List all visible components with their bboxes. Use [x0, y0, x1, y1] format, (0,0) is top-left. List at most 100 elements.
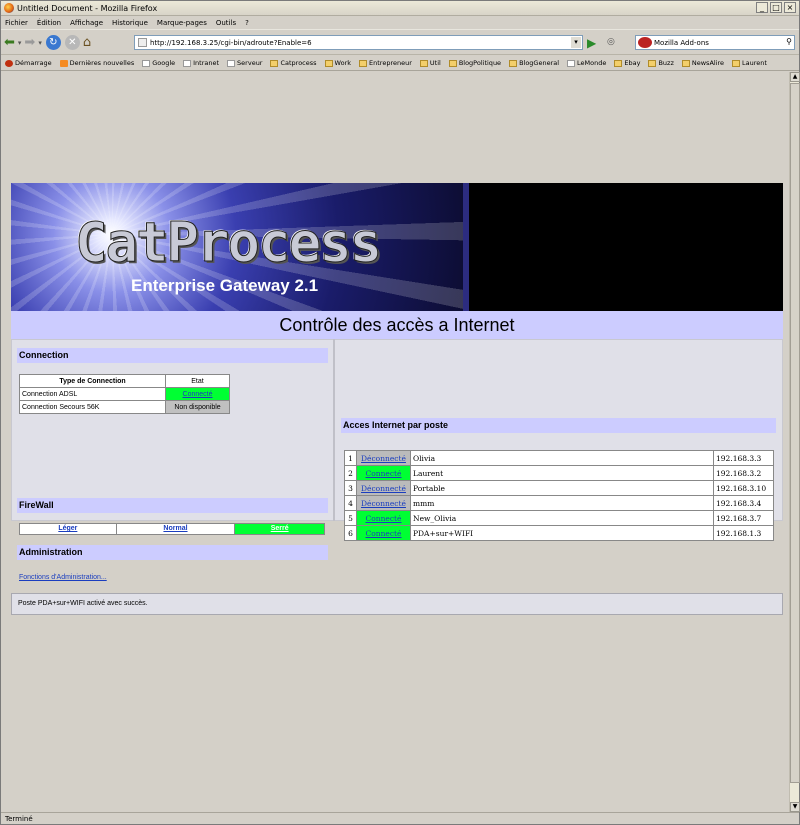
window-title: Untitled Document - Mozilla Firefox: [17, 3, 158, 13]
workstation-name: PDA+sur+WIFI: [410, 525, 714, 541]
access-state-cell: Déconnecté: [356, 495, 411, 511]
menu-outils[interactable]: Outils: [216, 19, 236, 27]
menu-edition[interactable]: Édition: [37, 19, 61, 27]
access-state-cell: Connecté: [356, 525, 411, 541]
url-dropdown-icon[interactable]: ▾: [571, 37, 581, 48]
firewall-normal-link[interactable]: Normal: [117, 524, 236, 534]
url-field[interactable]: http://192.168.3.25/cgi-bin/adroute?Enab…: [134, 35, 583, 50]
administration-heading: Administration: [17, 545, 328, 560]
bookmark-label: Dernières nouvelles: [69, 59, 135, 67]
stop-icon[interactable]: ✕: [64, 35, 80, 50]
menu-affichage[interactable]: Affichage: [70, 19, 103, 27]
bookmark-0[interactable]: Démarrage: [5, 59, 52, 67]
workstation-ip: 192.168.3.4: [713, 495, 774, 511]
bookmark-label: BlogGeneral: [519, 59, 560, 67]
menu-help[interactable]: ?: [245, 19, 249, 27]
folder-icon: [359, 59, 368, 67]
folder-icon: [324, 59, 333, 67]
bookmark-5[interactable]: Catprocess: [270, 59, 317, 67]
bookmark-10[interactable]: BlogGeneral: [509, 59, 559, 67]
row-number: 5: [344, 510, 357, 526]
workstation-name: New_Olivia: [410, 510, 714, 526]
bookmark-label: Catprocess: [280, 59, 317, 67]
table-row: 5 Connecté New_Olivia 192.168.3.7: [344, 510, 774, 526]
table-row: 4 Déconnecté mmm 192.168.3.4: [344, 495, 774, 511]
adsl-connected-link[interactable]: Connecté: [183, 391, 213, 398]
title-bar: Untitled Document - Mozilla Firefox _ □ …: [1, 1, 799, 16]
menu-historique[interactable]: Historique: [112, 19, 148, 27]
workstation-ip: 192.168.3.3: [713, 450, 774, 466]
bookmark-13[interactable]: Buzz: [648, 59, 674, 67]
workstation-name: mmm: [410, 495, 714, 511]
connected-toggle-link[interactable]: Connecté: [365, 529, 401, 538]
bookmarks-bar: Démarrage Dernières nouvelles Google Intran…: [1, 56, 799, 71]
firewall-leger-link[interactable]: Léger: [20, 524, 117, 534]
go-arrow-icon[interactable]: ▶: [587, 36, 596, 50]
bookmark-7[interactable]: Entrepreneur: [359, 59, 412, 67]
connected-toggle-link[interactable]: Connecté: [365, 469, 401, 478]
table-row: Connection ADSL Connecté: [19, 387, 230, 401]
workstation-ip: 192.168.3.7: [713, 510, 774, 526]
disconnected-toggle-link[interactable]: Déconnecté: [361, 484, 406, 493]
menu-fichier[interactable]: Fichier: [5, 19, 28, 27]
forward-arrow-icon[interactable]: ➡: [24, 34, 35, 52]
page-icon: [142, 59, 151, 67]
row-number: 3: [344, 480, 357, 496]
search-icon[interactable]: ⚲: [786, 37, 792, 46]
conn-state-unavailable: Non disponible: [165, 400, 230, 414]
menu-bar: Fichier Édition Affichage Historique Mar…: [1, 16, 799, 30]
bookmark-15[interactable]: Laurent: [732, 59, 767, 67]
workstations-table: 1 Déconnecté Olivia 192.168.3.3 2 Connecté Lau…: [344, 450, 774, 541]
close-button[interactable]: ×: [784, 2, 796, 13]
scroll-up-icon[interactable]: ▲: [790, 72, 800, 82]
scroll-down-icon[interactable]: ▼: [790, 802, 800, 812]
disconnected-toggle-link[interactable]: Déconnecté: [361, 454, 406, 463]
bookmark-14[interactable]: NewsAlire: [681, 59, 725, 67]
rss-icon: [59, 59, 68, 67]
page-icon: [567, 59, 576, 67]
banner: CatProcess Enterprise Gateway 2.1: [11, 183, 783, 311]
search-engine-icon[interactable]: [638, 37, 652, 48]
row-number: 6: [344, 525, 357, 541]
scroll-thumb[interactable]: [790, 83, 800, 783]
workstation-ip: 192.168.3.10: [713, 480, 774, 496]
bookmark-11[interactable]: LeMonde: [567, 59, 606, 67]
search-text[interactable]: Mozilla Add-ons: [654, 39, 709, 47]
search-field[interactable]: Mozilla Add-ons ⚲: [635, 35, 795, 50]
bookmark-2[interactable]: Google: [142, 59, 175, 67]
folder-icon: [681, 59, 690, 67]
forward-history-dropdown-icon[interactable]: ▾: [38, 34, 42, 52]
bookmark-label: NewsAlire: [691, 59, 725, 67]
vertical-scrollbar[interactable]: ▲ ▼: [789, 72, 800, 812]
maximize-button[interactable]: □: [770, 2, 782, 13]
firefox-icon: [4, 3, 14, 13]
folder-icon: [448, 59, 457, 67]
internet-access-heading: Acces Internet par poste: [341, 418, 776, 433]
row-number: 1: [344, 450, 357, 466]
bookmark-12[interactable]: Ebay: [614, 59, 640, 67]
reload-icon[interactable]: ↻: [45, 35, 61, 50]
page-icon: [183, 59, 192, 67]
admin-functions-link[interactable]: Fonctions d'Administration...: [19, 574, 107, 581]
bookmark-6[interactable]: Work: [324, 59, 351, 67]
back-arrow-icon[interactable]: ⬅: [4, 34, 15, 52]
connected-toggle-link[interactable]: Connecté: [365, 514, 401, 523]
workstation-ip: 192.168.1.3: [713, 525, 774, 541]
menu-marque-pages[interactable]: Marque-pages: [157, 19, 207, 27]
minimize-button[interactable]: _: [756, 2, 768, 13]
bookmark-8[interactable]: Util: [419, 59, 441, 67]
url-text[interactable]: http://192.168.3.25/cgi-bin/adroute?Enab…: [150, 39, 312, 47]
back-history-dropdown-icon[interactable]: ▾: [18, 34, 22, 52]
disconnected-toggle-link[interactable]: Déconnecté: [361, 499, 406, 508]
bookmark-9[interactable]: BlogPolitique: [448, 59, 501, 67]
rss-feed-icon[interactable]: ◎: [607, 37, 615, 47]
bookmark-1[interactable]: Dernières nouvelles: [59, 59, 135, 67]
folder-icon: [732, 59, 741, 67]
home-icon[interactable]: ⌂: [83, 34, 91, 52]
firewall-serre-selected[interactable]: Serré: [235, 524, 324, 534]
bookmark-4[interactable]: Serveur: [227, 59, 262, 67]
page-icon: [138, 38, 147, 47]
access-state-cell: Déconnecté: [356, 480, 411, 496]
workstation-name: Laurent: [410, 465, 714, 481]
bookmark-3[interactable]: Intranet: [183, 59, 219, 67]
